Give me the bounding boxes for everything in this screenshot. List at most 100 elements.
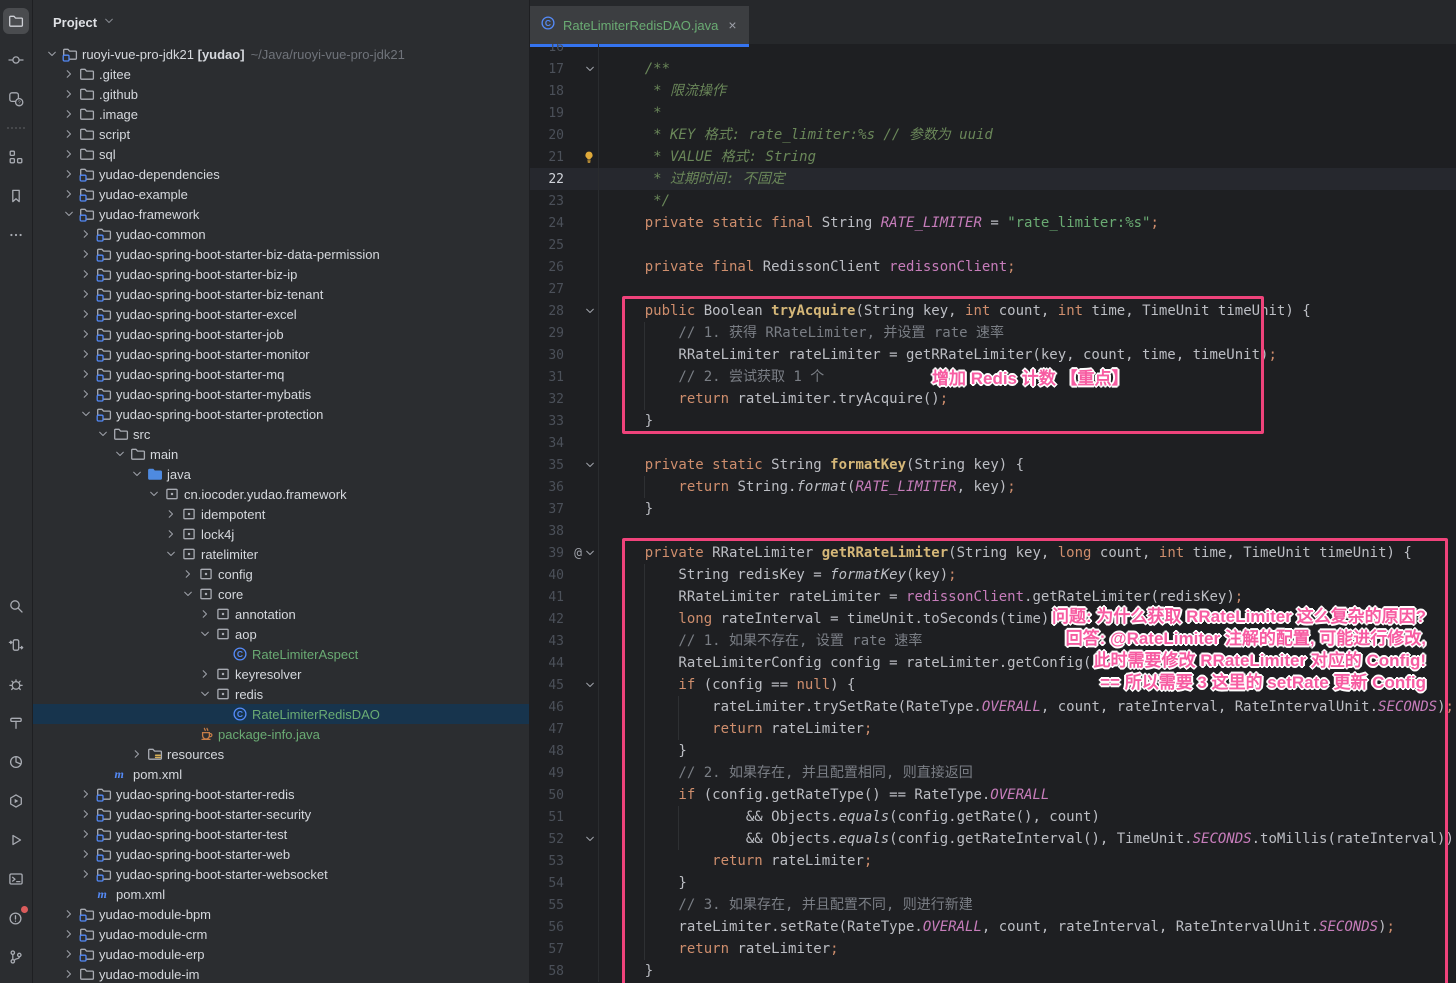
chevron-right-icon[interactable] bbox=[60, 108, 77, 120]
code-line[interactable]: 44 RateLimiterConfig config = rateLimite… bbox=[530, 652, 1456, 674]
tree-item[interactable]: script bbox=[33, 124, 529, 144]
fold-icon[interactable] bbox=[568, 679, 598, 691]
project-panel-header[interactable]: Project bbox=[33, 0, 529, 44]
chevron-right-icon[interactable] bbox=[77, 388, 94, 400]
tree-item[interactable]: yudao-spring-boot-starter-biz-ip bbox=[33, 264, 529, 284]
tree-item[interactable]: yudao-spring-boot-starter-biz-tenant bbox=[33, 284, 529, 304]
code-line[interactable]: 39@ private RRateLimiter getRRateLimiter… bbox=[530, 542, 1456, 564]
code-line[interactable]: 18 * 限流操作 bbox=[530, 80, 1456, 102]
tree-item[interactable]: yudao-dependencies bbox=[33, 164, 529, 184]
code-line[interactable]: 57 return rateLimiter; bbox=[530, 938, 1456, 960]
chevron-right-icon[interactable] bbox=[77, 308, 94, 320]
code-line[interactable]: 32 return rateLimiter.tryAcquire(); bbox=[530, 388, 1456, 410]
chevron-right-icon[interactable] bbox=[60, 128, 77, 140]
chevron-right-icon[interactable] bbox=[162, 528, 179, 540]
tree-item[interactable]: cn.iocoder.yudao.framework bbox=[33, 484, 529, 504]
tree-item[interactable]: yudao-spring-boot-starter-redis bbox=[33, 784, 529, 804]
intention-bulb-icon[interactable] bbox=[568, 150, 598, 164]
code-editor[interactable]: 1617 /**18 * 限流操作19 *20 * KEY 格式: rate_l… bbox=[530, 44, 1456, 983]
tree-item[interactable]: CRateLimiterAspect bbox=[33, 644, 529, 664]
chevron-right-icon[interactable] bbox=[60, 88, 77, 100]
tree-item[interactable]: yudao-example bbox=[33, 184, 529, 204]
code-line[interactable]: 51 && Objects.equals(config.getRate(), c… bbox=[530, 806, 1456, 828]
chevron-right-icon[interactable] bbox=[60, 908, 77, 920]
chevron-right-icon[interactable] bbox=[77, 788, 94, 800]
code-line[interactable]: 46 rateLimiter.trySetRate(RateType.OVERA… bbox=[530, 696, 1456, 718]
code-line[interactable]: 56 rateLimiter.setRate(RateType.OVERALL,… bbox=[530, 916, 1456, 938]
run-anything-icon[interactable] bbox=[3, 632, 29, 658]
tree-item[interactable]: aop bbox=[33, 624, 529, 644]
code-line[interactable]: 42 long rateInterval = timeUnit.toSecond… bbox=[530, 608, 1456, 630]
chevron-right-icon[interactable] bbox=[196, 668, 213, 680]
bookmarks-icon[interactable] bbox=[3, 183, 29, 209]
tree-item[interactable]: mpom.xml bbox=[33, 884, 529, 904]
code-line[interactable]: 52 && Objects.equals(config.getRateInter… bbox=[530, 828, 1456, 850]
search-icon[interactable] bbox=[3, 593, 29, 619]
terminal-icon[interactable] bbox=[3, 866, 29, 892]
tree-item[interactable]: ratelimiter bbox=[33, 544, 529, 564]
code-line[interactable]: 35 private static String formatKey(Strin… bbox=[530, 454, 1456, 476]
tree-item[interactable]: yudao-framework bbox=[33, 204, 529, 224]
services-icon[interactable] bbox=[3, 788, 29, 814]
chevron-right-icon[interactable] bbox=[77, 228, 94, 240]
chevron-right-icon[interactable] bbox=[60, 928, 77, 940]
debug-icon[interactable] bbox=[3, 671, 29, 697]
chevron-down-icon[interactable] bbox=[196, 688, 213, 700]
chevron-right-icon[interactable] bbox=[196, 608, 213, 620]
tree-item[interactable]: yudao-spring-boot-starter-test bbox=[33, 824, 529, 844]
commit-icon[interactable] bbox=[3, 47, 29, 73]
chevron-down-icon[interactable] bbox=[128, 468, 145, 480]
code-line[interactable]: 33 } bbox=[530, 410, 1456, 432]
fold-icon[interactable] bbox=[568, 459, 598, 471]
tree-item[interactable]: idempotent bbox=[33, 504, 529, 524]
close-icon[interactable]: × bbox=[728, 18, 736, 32]
tree-item[interactable]: yudao-spring-boot-starter-websocket bbox=[33, 864, 529, 884]
code-line[interactable]: 47 return rateLimiter; bbox=[530, 718, 1456, 740]
tree-item[interactable]: yudao-common bbox=[33, 224, 529, 244]
code-line[interactable]: 21 * VALUE 格式: String bbox=[530, 146, 1456, 168]
chevron-right-icon[interactable] bbox=[60, 188, 77, 200]
tree-item[interactable]: config bbox=[33, 564, 529, 584]
chevron-right-icon[interactable] bbox=[77, 288, 94, 300]
code-line[interactable]: 17 /** bbox=[530, 58, 1456, 80]
tree-item[interactable]: .image bbox=[33, 104, 529, 124]
code-line[interactable]: 20 * KEY 格式: rate_limiter:%s // 参数为 uuid bbox=[530, 124, 1456, 146]
code-line[interactable]: 23 */ bbox=[530, 190, 1456, 212]
code-line[interactable]: 55 // 3. 如果存在, 并且配置不同, 则进行新建 bbox=[530, 894, 1456, 916]
code-line[interactable]: 16 bbox=[530, 44, 1456, 58]
code-line[interactable]: 30 RRateLimiter rateLimiter = getRRateLi… bbox=[530, 344, 1456, 366]
chevron-right-icon[interactable] bbox=[77, 828, 94, 840]
tree-item[interactable]: yudao-spring-boot-starter-mq bbox=[33, 364, 529, 384]
code-line[interactable]: 28 public Boolean tryAcquire(String key,… bbox=[530, 300, 1456, 322]
chevron-down-icon[interactable] bbox=[60, 208, 77, 220]
chevron-right-icon[interactable] bbox=[77, 328, 94, 340]
code-line[interactable]: 40 String redisKey = formatKey(key); bbox=[530, 564, 1456, 586]
tree-item[interactable]: yudao-spring-boot-starter-monitor bbox=[33, 344, 529, 364]
tree-item[interactable]: yudao-spring-boot-starter-protection bbox=[33, 404, 529, 424]
tree-item[interactable]: .gitee bbox=[33, 64, 529, 84]
code-line[interactable]: 38 bbox=[530, 520, 1456, 542]
code-line[interactable]: 26 private final RedissonClient redisson… bbox=[530, 256, 1456, 278]
tree-item[interactable]: mpom.xml bbox=[33, 764, 529, 784]
fold-icon[interactable] bbox=[568, 305, 598, 317]
code-line[interactable]: 53 return rateLimiter; bbox=[530, 850, 1456, 872]
tree-item[interactable]: src bbox=[33, 424, 529, 444]
tree-item[interactable]: core bbox=[33, 584, 529, 604]
tree-item[interactable]: yudao-module-bpm bbox=[33, 904, 529, 924]
code-line[interactable]: 48 } bbox=[530, 740, 1456, 762]
code-line[interactable]: 37 } bbox=[530, 498, 1456, 520]
tree-item[interactable]: yudao-spring-boot-starter-web bbox=[33, 844, 529, 864]
chevron-right-icon[interactable] bbox=[77, 368, 94, 380]
chevron-down-icon[interactable] bbox=[196, 628, 213, 640]
code-line[interactable]: 49 // 2. 如果存在, 并且配置相同, 则直接返回 bbox=[530, 762, 1456, 784]
code-line[interactable]: 45 if (config == null) { bbox=[530, 674, 1456, 696]
code-line[interactable]: 54 } bbox=[530, 872, 1456, 894]
chevron-right-icon[interactable] bbox=[60, 68, 77, 80]
tree-item[interactable]: yudao-spring-boot-starter-job bbox=[33, 324, 529, 344]
fold-icon[interactable] bbox=[568, 63, 598, 75]
chevron-right-icon[interactable] bbox=[60, 968, 77, 980]
chevron-right-icon[interactable] bbox=[77, 268, 94, 280]
chevron-right-icon[interactable] bbox=[60, 948, 77, 960]
tree-item[interactable]: package-info.java bbox=[33, 724, 529, 744]
tree-item[interactable]: ruoyi-vue-pro-jdk21 [yudao]~/Java/ruoyi-… bbox=[33, 44, 529, 64]
